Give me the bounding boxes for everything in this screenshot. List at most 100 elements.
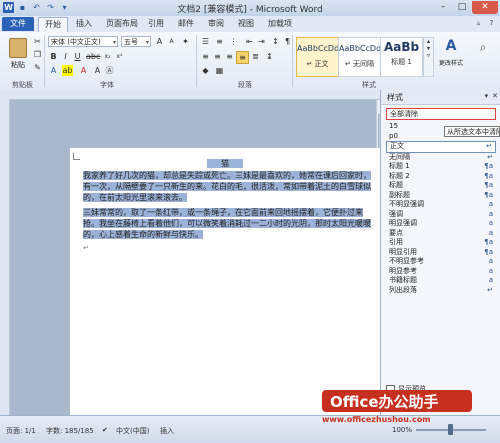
minimize-icon[interactable]: – [434, 1, 452, 14]
proofing-icon[interactable]: ✔ [102, 426, 108, 434]
minimize-ribbon-icon[interactable]: ▵ [474, 19, 483, 28]
font-size-combo[interactable]: 五号 ▾ [121, 36, 151, 47]
tab-view[interactable]: 视图 [232, 17, 260, 31]
style-item[interactable]: 不明显参考 a [386, 257, 496, 267]
text-effects-icon[interactable]: A [48, 65, 59, 76]
align-right-icon[interactable]: ≡ [224, 51, 235, 62]
style-gallery-heading-1[interactable]: AaBb 标题 1 [380, 37, 423, 77]
line-spacing-icon[interactable]: ↨ [264, 51, 275, 62]
change-styles-button[interactable]: A 更改样式 [436, 35, 466, 79]
style-item[interactable]: 明显强调 a [386, 219, 496, 229]
insert-mode-status[interactable]: 插入 [160, 426, 174, 436]
numbering-icon[interactable]: ≡ [214, 36, 225, 47]
clear-format-icon[interactable]: ✦ [180, 36, 191, 47]
word-count[interactable]: 字数: 185/185 [46, 426, 94, 436]
style-gallery-no-spacing[interactable]: AaBbCcDd ↵ 无间隔 [338, 37, 381, 77]
style-item[interactable]: 副标题 ¶a [386, 191, 496, 201]
multilevel-list-icon[interactable]: ⋮ [228, 36, 239, 47]
style-item[interactable]: 标题 ¶a [386, 181, 496, 191]
separator [44, 35, 45, 87]
bold-icon[interactable]: B [48, 51, 59, 62]
increase-indent-icon[interactable]: ⇥ [256, 36, 267, 47]
style-item-label: 15 [389, 122, 398, 130]
tab-file[interactable]: 文件 [2, 17, 34, 31]
style-item-label: 要点 [389, 228, 403, 237]
shading-icon[interactable]: ◆ [200, 65, 211, 76]
watermark-logo-text: Office办公助手 [330, 393, 439, 411]
style-gallery-scroll[interactable]: ▴ ▾ ▿ [423, 37, 434, 77]
tab-addins[interactable]: 加载项 [262, 17, 298, 31]
underline-icon[interactable]: U [72, 51, 83, 62]
superscript-icon[interactable]: x² [114, 51, 125, 62]
sort-icon[interactable]: ↕ [270, 36, 281, 47]
cut-icon[interactable]: ✂ [32, 36, 43, 47]
style-item[interactable]: 明显引用 ¶a [386, 248, 496, 258]
style-item[interactable]: 强调 a [386, 210, 496, 220]
chevron-down-icon: ▾ [145, 39, 149, 46]
decrease-indent-icon[interactable]: ⇤ [244, 36, 255, 47]
style-item-selected[interactable]: 正文 ↵ [386, 141, 496, 153]
style-item[interactable]: 引用 ¶a [386, 238, 496, 248]
document-page[interactable]: 猫 我家养了好几次的猫，却总是失踪或死亡。三妹是最喜欢的，她常在课后回家时，有一… [70, 148, 380, 415]
page-count[interactable]: 页面: 1/1 [6, 426, 36, 436]
subscript-icon[interactable]: x₂ [102, 51, 113, 62]
paste-label: 粘贴 [11, 61, 25, 69]
tab-page-layout[interactable]: 页面布局 [100, 17, 144, 31]
change-styles-icon: A [445, 38, 457, 54]
borders-icon[interactable]: ▦ [214, 65, 225, 76]
tab-references[interactable]: 引用 [142, 17, 170, 31]
document-paragraph-2[interactable]: 三妹常常的，取了一条红带，或一条绳子，在它面前来回地摇摆着，它便扑过来抢。我坐在… [83, 207, 375, 240]
style-item-label: 副标题 [389, 190, 410, 199]
horizontal-ruler[interactable] [0, 90, 380, 100]
copy-icon[interactable]: ❐ [32, 49, 43, 60]
distributed-icon[interactable]: ≣ [250, 51, 261, 62]
maximize-icon[interactable]: □ [453, 1, 471, 14]
highlight-icon[interactable]: ab [62, 65, 73, 76]
pane-close-icon[interactable]: ✕ [492, 92, 498, 100]
style-item[interactable]: 无间隔 ↵ [386, 153, 496, 163]
style-item[interactable]: 标题 2 ¶a [386, 172, 496, 182]
style-gallery-normal[interactable]: AaBbCcDd ↵ 正文 [296, 37, 339, 77]
tab-mailings[interactable]: 邮件 [172, 17, 200, 31]
style-item-label: 不明显强调 [389, 200, 424, 208]
style-item[interactable]: 列出段落 ↵ [386, 286, 496, 296]
style-item[interactable]: 明显参考 a [386, 267, 496, 277]
tab-review[interactable]: 审阅 [202, 17, 230, 31]
style-item[interactable]: 不明显强调 a [386, 200, 496, 210]
grow-font-icon[interactable]: A [154, 36, 165, 47]
editing-button[interactable]: ⌕ [468, 35, 498, 79]
styles-pane-header: 样式 ▾ ✕ [381, 90, 500, 105]
styles-pane: 样式 ▾ ✕ 全部清除 15 p0 正文 ↵ 无间隔 ↵ 标题 1 ¶a 标题 2 ¶a… [380, 90, 500, 415]
char-shading-icon[interactable]: A [92, 65, 103, 76]
pane-menu-icon[interactable]: ▾ [485, 92, 489, 100]
style-item[interactable]: 标题 1 ¶a [386, 162, 496, 172]
character-style-icon: a [488, 200, 493, 208]
format-painter-icon[interactable]: ✎ [32, 62, 43, 73]
bullets-icon[interactable]: ☰ [200, 36, 211, 47]
tab-home[interactable]: 开始 [38, 17, 68, 32]
linked-style-icon: ¶a [484, 162, 493, 170]
paste-button[interactable]: 粘贴 [4, 35, 32, 75]
enclosed-char-icon[interactable]: Ⓐ [104, 65, 115, 76]
align-center-icon[interactable]: ≡ [212, 51, 223, 62]
italic-icon[interactable]: I [60, 51, 71, 62]
vertical-ruler[interactable] [0, 99, 10, 415]
font-name-combo[interactable]: 宋体 (中文正文) ▾ [48, 36, 118, 47]
style-item[interactable]: 书籍标题 a [386, 276, 496, 286]
language-status[interactable]: 中文(中国) [116, 426, 149, 436]
shrink-font-icon[interactable]: A [166, 36, 177, 47]
style-item-label: 书籍标题 [389, 276, 417, 284]
title-bar: W ▪ ↶ ↷ ▾ 文档2 [兼容模式] - Microsoft Word – … [0, 0, 500, 17]
document-title[interactable]: 猫 [70, 158, 380, 169]
font-color-icon[interactable]: A [78, 65, 89, 76]
document-paragraph-1[interactable]: 我家养了好几次的猫，却总是失踪或死亡。三妹是最喜欢的，她常在课后回家时，有一次，… [83, 170, 375, 203]
binoculars-icon: ⌕ [479, 40, 487, 54]
help-icon[interactable]: ? [487, 19, 496, 28]
strikethrough-icon[interactable]: abc [86, 51, 100, 62]
align-left-icon[interactable]: ≡ [200, 51, 211, 62]
tab-insert[interactable]: 插入 [70, 17, 98, 31]
justify-icon[interactable]: ≡ [236, 51, 249, 64]
style-item-clear-all[interactable]: 全部清除 [386, 108, 496, 120]
style-item[interactable]: 要点 a [386, 229, 496, 239]
close-icon[interactable]: ✕ [472, 1, 498, 14]
